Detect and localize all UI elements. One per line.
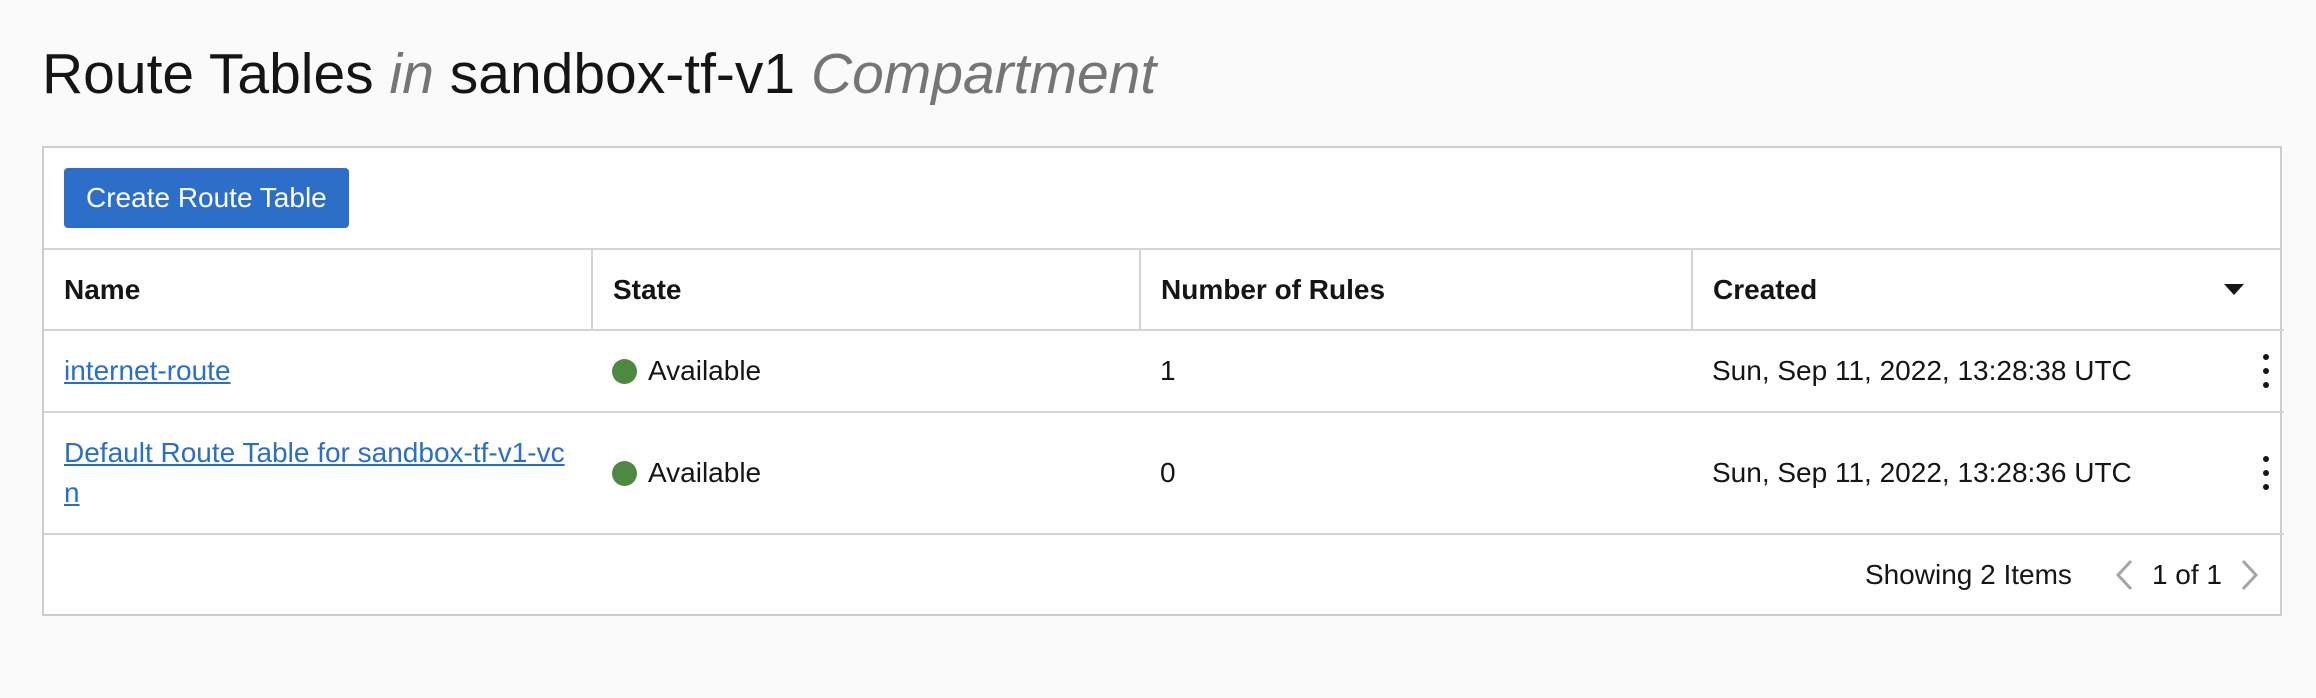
page-indicator: 1 of 1	[2151, 559, 2222, 590]
title-suffix: Compartment	[810, 42, 1157, 106]
cell-state: Available	[592, 412, 1140, 535]
status-available-icon	[612, 358, 637, 384]
page-title: Route Tables in sandbox-tf-v1 Compartmen…	[42, 40, 1156, 108]
route-table-link-internet-route[interactable]: internet-route	[64, 351, 572, 391]
column-header-name[interactable]: Name	[44, 250, 592, 331]
title-prefix: Route Tables	[42, 42, 374, 106]
column-header-number-of-rules[interactable]: Number of Rules	[1139, 250, 1692, 331]
kebab-menu-icon[interactable]	[2256, 354, 2276, 388]
cell-number-of-rules: 0	[1140, 412, 1692, 535]
state-indicator: Available	[612, 355, 1120, 387]
kebab-menu-icon[interactable]	[2256, 456, 2276, 490]
column-header-created-label: Created	[1713, 273, 1818, 305]
cell-name: internet-route	[44, 330, 592, 413]
column-header-created[interactable]: Created	[1691, 250, 2284, 331]
created-timestamp: Sun, Sep 11, 2022, 13:28:36 UTC	[1712, 457, 2132, 488]
table-row: Default Route Table for sandbox-tf-v1-vc…	[44, 412, 2284, 535]
compartment-name: sandbox-tf-v1	[449, 42, 796, 106]
created-timestamp: Sun, Sep 11, 2022, 13:28:38 UTC	[1712, 355, 2132, 386]
cell-created: Sun, Sep 11, 2022, 13:28:36 UTC	[1692, 412, 2284, 535]
state-label: Available	[648, 457, 762, 488]
column-header-state[interactable]: State	[591, 250, 1140, 331]
table-row: internet-route Available 1 Sun, Sep 11, …	[44, 330, 2284, 413]
cell-number-of-rules: 1	[1140, 330, 1692, 413]
state-label: Available	[648, 355, 762, 386]
caret-down-icon[interactable]	[2224, 284, 2244, 295]
cell-created: Sun, Sep 11, 2022, 13:28:38 UTC	[1692, 330, 2284, 413]
items-count: Showing 2 Items	[1864, 559, 2072, 590]
state-indicator: Available	[612, 457, 1120, 489]
create-route-table-button[interactable]: Create Route Table	[64, 168, 349, 228]
status-available-icon	[612, 460, 637, 486]
title-in: in	[389, 42, 434, 106]
route-table-link-default[interactable]: Default Route Table for sandbox-tf-v1-vc…	[64, 433, 572, 513]
route-tables-panel: Create Route Table Name State Number of …	[42, 146, 2284, 616]
cell-name: Default Route Table for sandbox-tf-v1-vc…	[44, 412, 592, 535]
table-footer: Showing 2 Items 1 of 1	[44, 535, 2280, 615]
table-toolbar: Create Route Table	[44, 148, 2280, 250]
cell-state: Available	[592, 330, 1140, 413]
route-tables-table: Name State Number of Rules Created inter…	[44, 250, 2284, 535]
chevron-right-icon[interactable]	[2236, 558, 2264, 592]
chevron-left-icon[interactable]	[2110, 558, 2138, 592]
table-header-row: Name State Number of Rules Created	[44, 250, 2284, 331]
